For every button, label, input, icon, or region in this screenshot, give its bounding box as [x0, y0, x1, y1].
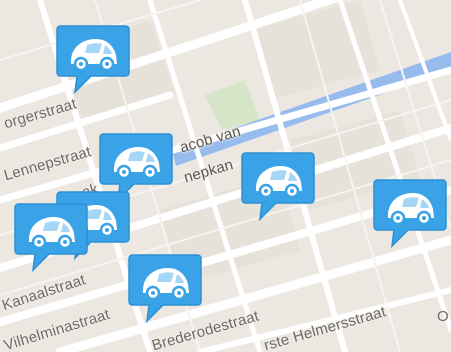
car-marker[interactable]	[55, 24, 131, 100]
car-marker[interactable]	[127, 253, 203, 329]
map-view[interactable]: orgerstraat Lennepstraat acob van nepkan…	[0, 0, 451, 352]
street-label-edge-o: O	[437, 308, 449, 325]
car-marker[interactable]	[13, 202, 89, 278]
car-marker[interactable]	[372, 178, 448, 254]
car-marker[interactable]	[240, 151, 316, 227]
